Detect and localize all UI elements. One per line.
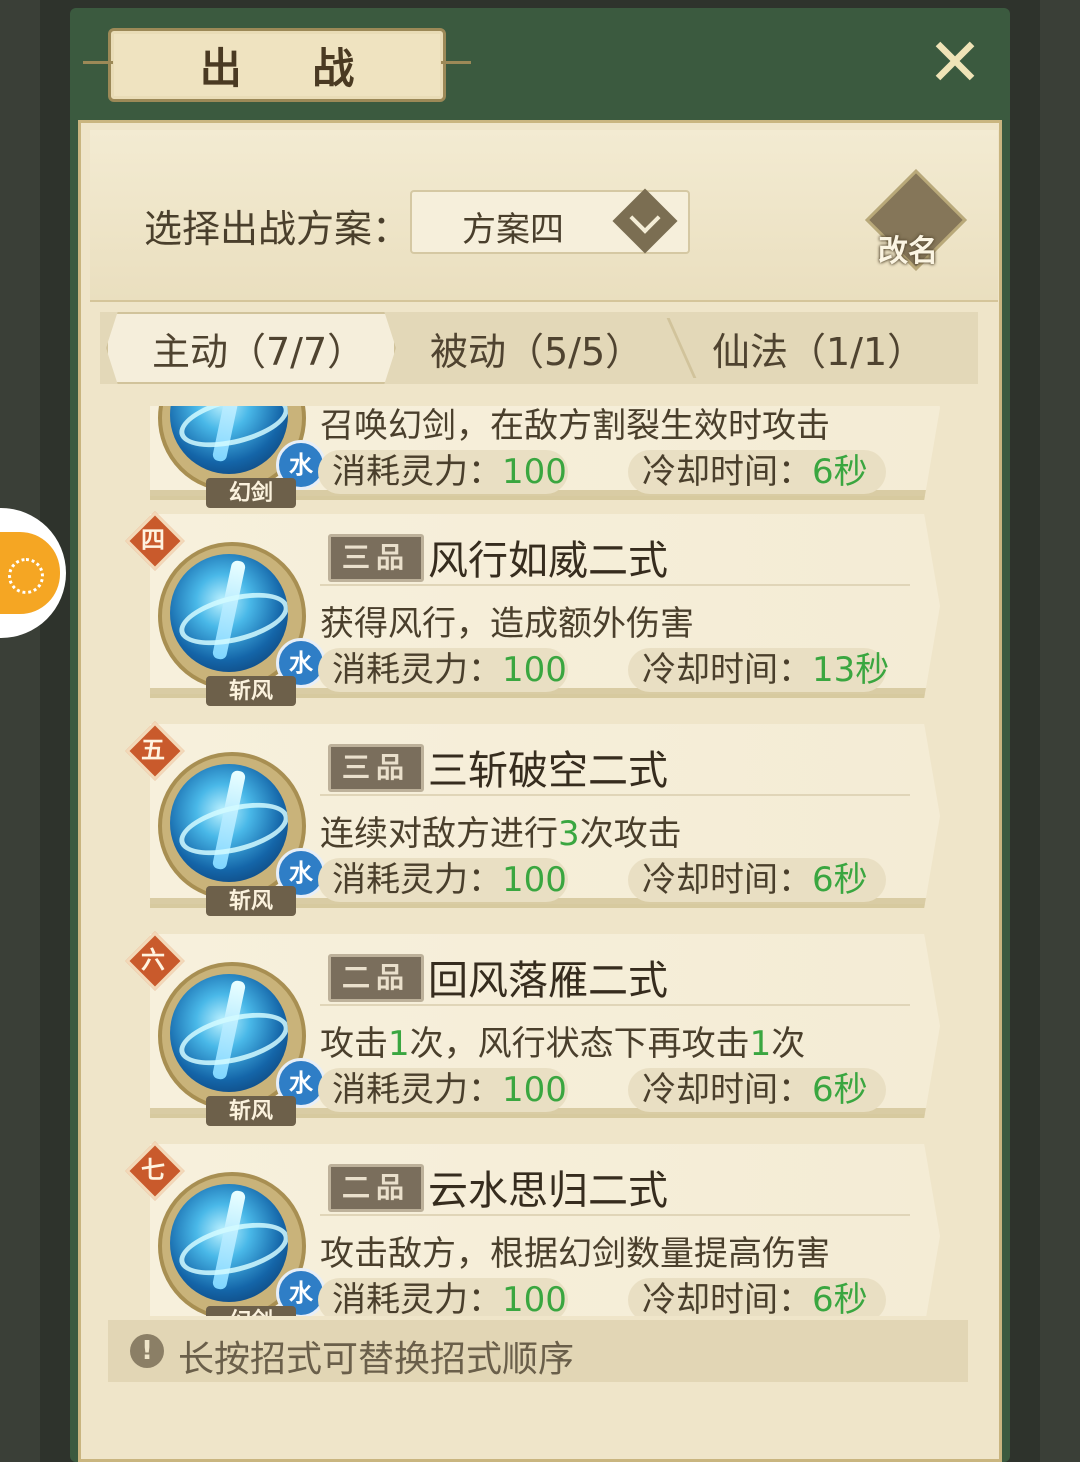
hint-bar: ! 长按招式可替换招式顺序 xyxy=(108,1320,968,1382)
skill-name: 云水思归二式 xyxy=(428,1168,668,1214)
tab-label: 主动（7/7） xyxy=(152,329,366,374)
divider xyxy=(320,794,910,796)
skill-card[interactable]: 水 斩风 六 二品 回风落雁二式 攻击1次，风行状态下再攻击1次 消耗灵力：10… xyxy=(120,931,960,1126)
skill-type-label: 斩风 xyxy=(206,1096,296,1126)
cloud-water-skill-icon xyxy=(170,1184,288,1302)
rename-button[interactable]: 改名 xyxy=(865,169,967,271)
divider xyxy=(320,1214,910,1216)
skill-description: 连续对敌方进行3次攻击 xyxy=(320,814,682,854)
skill-description: 攻击敌方，根据幻剑数量提高伤害 xyxy=(320,1234,830,1274)
skill-card[interactable]: 水 幻剑 七 二品 云水思归二式 攻击敌方，根据幻剑数量提高伤害 消耗灵力：10… xyxy=(120,1141,960,1316)
grade-badge: 三品 xyxy=(328,534,424,582)
skill-list[interactable]: 水 幻剑 召唤幻剑，在敌方割裂生效时攻击 消耗灵力：100 冷却时间：6秒 水 … xyxy=(100,406,970,1316)
cooldown: 冷却时间：6秒 xyxy=(628,1068,886,1112)
cooldown: 冷却时间：6秒 xyxy=(628,450,886,494)
divider xyxy=(320,1004,910,1006)
close-x-icon[interactable]: ✕ xyxy=(922,30,988,96)
rank-badge: 七 xyxy=(125,1141,185,1201)
rename-label: 改名 xyxy=(878,234,938,269)
whirlwind-skill-icon xyxy=(170,974,288,1092)
grade-badge: 二品 xyxy=(328,954,424,1002)
rank-badge: 五 xyxy=(125,721,185,781)
skill-name: 回风落雁二式 xyxy=(428,958,668,1004)
divider xyxy=(320,584,910,586)
mana-cost: 消耗灵力：100 xyxy=(318,648,568,692)
skill-card[interactable]: 水 斩风 四 三品 风行如威二式 获得风行，造成额外伤害 消耗灵力：100 冷却… xyxy=(120,511,960,706)
plan-dropdown[interactable]: 方案四 xyxy=(410,188,690,254)
rank-badge: 六 xyxy=(125,931,185,991)
cooldown: 冷却时间：6秒 xyxy=(628,858,886,902)
mana-cost: 消耗灵力：100 xyxy=(318,858,568,902)
hint-text: 长按招式可替换招式顺序 xyxy=(178,1339,575,1380)
grade-badge: 三品 xyxy=(328,744,424,792)
tab-passive-skills[interactable]: 被动（5/5） xyxy=(430,312,720,384)
tab-label: 仙法（1/1） xyxy=(712,329,926,374)
skill-card[interactable]: 水 幻剑 召唤幻剑，在敌方割裂生效时攻击 消耗灵力：100 冷却时间：6秒 xyxy=(120,406,960,508)
panel-title-plate: 出 战 xyxy=(83,28,471,102)
exclamation-icon: ! xyxy=(130,1334,164,1368)
skill-type-label: 幻剑 xyxy=(206,1306,296,1316)
skill-description: 获得风行，造成额外伤害 xyxy=(320,604,694,644)
tab-label: 被动（5/5） xyxy=(430,329,644,374)
rank-badge: 四 xyxy=(125,511,185,571)
skill-name: 三斩破空二式 xyxy=(428,748,668,794)
plan-dropdown-value: 方案四 xyxy=(462,210,564,250)
skill-tabs: 主动（7/7） 被动（5/5） 仙法（1/1） xyxy=(100,312,978,384)
grade-badge: 二品 xyxy=(328,1164,424,1212)
skill-type-label: 斩风 xyxy=(206,886,296,916)
wind-skill-icon xyxy=(170,554,288,672)
skill-type-label: 幻剑 xyxy=(206,478,296,508)
plan-select-label: 选择出战方案： xyxy=(144,207,411,251)
tab-immortal-arts[interactable]: 仙法（1/1） xyxy=(712,312,978,384)
skill-type-label: 斩风 xyxy=(206,676,296,706)
skill-description: 召唤幻剑，在敌方割裂生效时攻击 xyxy=(320,406,830,446)
skill-name: 风行如威二式 xyxy=(428,538,668,584)
cooldown: 冷却时间：13秒 xyxy=(628,648,889,692)
skill-card[interactable]: 水 斩风 五 三品 三斩破空二式 连续对敌方进行3次攻击 消耗灵力：100 冷却… xyxy=(120,721,960,916)
triple-slash-skill-icon xyxy=(170,764,288,882)
cooldown: 冷却时间：6秒 xyxy=(628,1278,886,1316)
panel-title: 出 战 xyxy=(199,43,383,93)
gamepad-icon xyxy=(0,532,60,614)
mana-cost: 消耗灵力：100 xyxy=(318,450,568,494)
mana-cost: 消耗灵力：100 xyxy=(318,1278,568,1316)
skill-description: 攻击1次，风行状态下再攻击1次 xyxy=(320,1024,806,1064)
chevron-down-icon xyxy=(612,188,678,254)
mana-cost: 消耗灵力：100 xyxy=(318,1068,568,1112)
tab-active-skills[interactable]: 主动（7/7） xyxy=(106,312,396,384)
skill-icon: 水 幻剑 xyxy=(152,406,326,508)
